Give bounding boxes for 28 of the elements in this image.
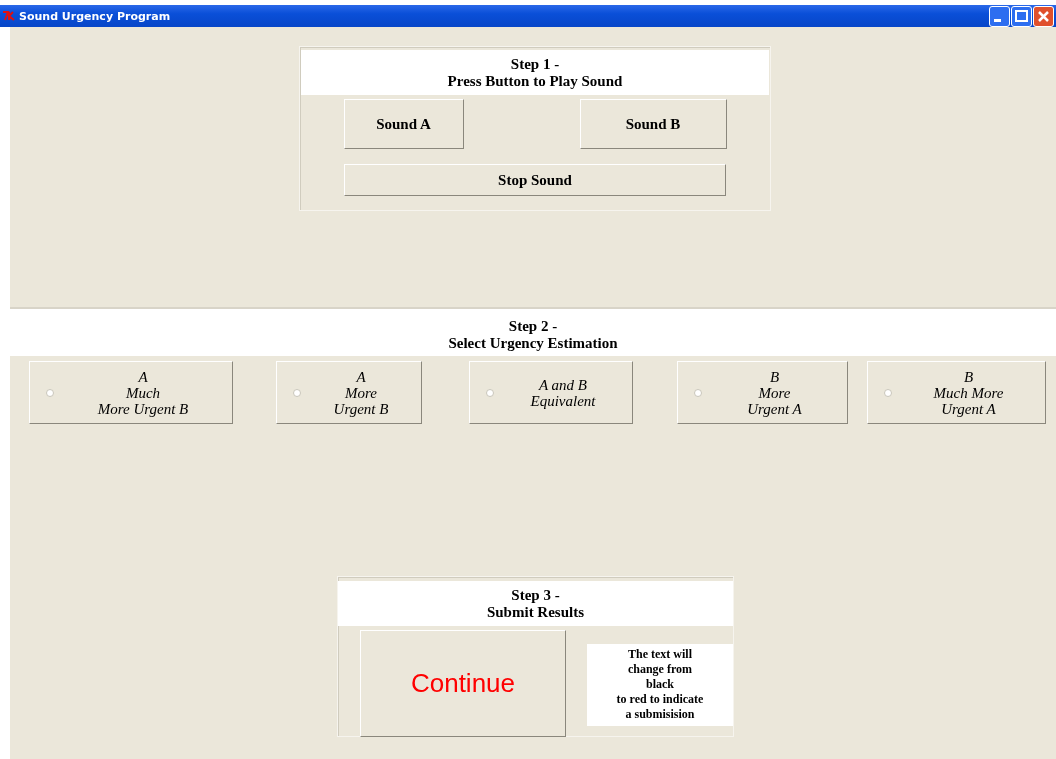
sound-button[interactable]: Sound B (579, 99, 727, 149)
urgency-option[interactable]: A and B Equivalent (469, 361, 633, 424)
sound-button[interactable]: Sound A (343, 99, 464, 149)
maximize-button[interactable] (1011, 5, 1032, 27)
option-label: A More Urgent B (332, 368, 390, 417)
stop-sound-button[interactable]: Stop Sound (344, 164, 726, 196)
option-label: B Much More Urgent A (932, 368, 1005, 417)
urgency-option[interactable]: A More Urgent B (276, 361, 422, 424)
radio-button[interactable] (293, 388, 301, 397)
close-button[interactable] (1033, 5, 1054, 27)
option-label: B More Urgent A (746, 368, 803, 417)
minimize-icon (994, 18, 1001, 22)
radio-button[interactable] (486, 388, 494, 397)
step-heading: Step 1 - Press Button to Play Sound (301, 50, 769, 95)
radio-button[interactable] (694, 388, 702, 397)
note-text: The text will change from black to red to indicate a submisision (587, 644, 733, 726)
option-label: A and B Equivalent (529, 376, 597, 409)
urgency-option[interactable]: A Much More Urgent B (29, 361, 233, 424)
step-heading: Step 3 - Submit Results (338, 581, 733, 626)
option-label: A Much More Urgent B (96, 368, 190, 417)
step-heading: Step 2 - Select Urgency Estimation (10, 307, 1056, 356)
urgency-option[interactable]: B More Urgent A (677, 361, 848, 424)
window-title: Sound Urgency Program (19, 9, 171, 23)
minimize-button[interactable] (989, 5, 1010, 27)
radio-button[interactable] (46, 388, 54, 397)
urgency-option[interactable]: B Much More Urgent A (867, 361, 1046, 424)
radio-button[interactable] (884, 388, 892, 397)
app-icon (2, 11, 16, 21)
